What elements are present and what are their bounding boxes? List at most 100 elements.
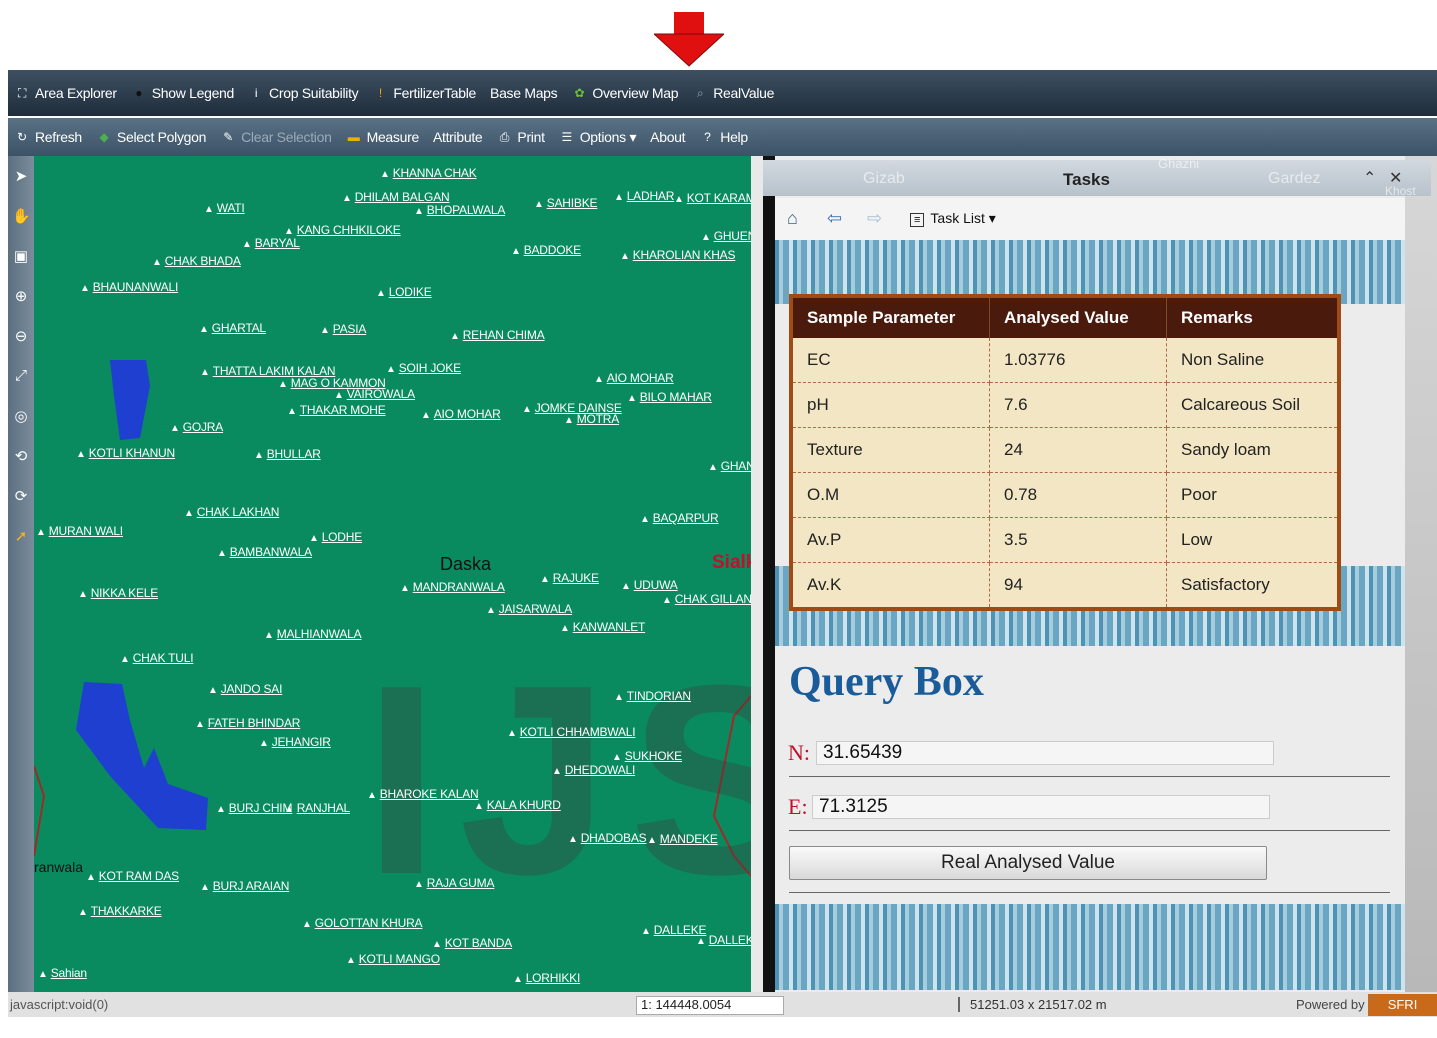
map-place-label[interactable]: BAMBANWALA [217,545,312,559]
map-place-label[interactable]: BURJ CHIM [216,801,293,815]
map-place-label[interactable]: CHAK LAKHAN [184,505,280,519]
zoom-box-icon[interactable]: ▣ [12,247,30,276]
map-place-label[interactable]: SUKHOKE [612,749,682,763]
map-place-label[interactable]: FATEH BHINDAR [195,716,301,730]
real-analysed-value-button[interactable]: Real Analysed Value [789,846,1267,880]
zoom-out-icon[interactable]: ⊖ [12,327,30,356]
pan-icon[interactable]: ✋ [12,207,31,236]
pointer-icon[interactable]: ➤ [12,167,30,196]
map-place-label[interactable]: GHUEN [701,229,751,243]
home-icon[interactable]: ⌂ [787,208,798,229]
toolbar2-item-help[interactable]: ? Help [699,129,748,145]
toolbar2-item-options[interactable]: ☰ Options ▾ [559,129,636,146]
toolbar2-item-select-polygon[interactable]: ◆ Select Polygon [96,129,206,145]
map-place-label[interactable]: MANDRANWALA [400,580,505,594]
forward-arrow-icon[interactable]: ⇨ [867,208,882,229]
map-place-label[interactable]: KHAROLIAN KHAS [620,248,736,262]
map-place-label[interactable]: THAKAR MOHE [287,403,386,417]
map-place-label[interactable]: GOJRA [170,420,224,434]
toolbar2-item-refresh[interactable]: ↻ Refresh [14,129,82,145]
map-canvas[interactable]: Daska Sialk ranwala IJSER KHANNA CHAKDHI… [34,156,751,992]
toolbar2-item-about[interactable]: About [650,129,685,145]
map-place-label[interactable]: AIO MOHAR [421,407,501,421]
map-place-label[interactable]: BARYAL [242,236,300,250]
map-place-label[interactable]: KOTLI KHANUN [76,446,175,460]
toolbar1-item-fertilizertable[interactable]: ! FertilizerTable [372,85,476,101]
panel-splitter[interactable] [751,156,763,992]
map-place-label[interactable]: KOT RAM DAS [86,869,179,883]
map-place-label[interactable]: UDUWA [621,578,678,592]
toolbar1-item-area-explorer[interactable]: ⛶ Area Explorer [14,85,117,101]
map-place-label[interactable]: BHULLAR [254,447,321,461]
map-place-label[interactable]: JEHANGIR [259,735,331,749]
map-place-label[interactable]: KALA KHURD [474,798,561,812]
map-place-label[interactable]: CHAK TULI [120,651,194,665]
map-place-label[interactable]: NIKKA KELE [78,586,159,600]
map-place-label[interactable]: BHOPALWALA [414,203,506,217]
map-place-label[interactable]: MOTRA [564,412,620,426]
back-arrow-icon[interactable]: ⇦ [827,208,842,229]
map-place-label[interactable]: JAISARWALA [486,602,573,616]
toolbar1-item-crop-suitability[interactable]: i Crop Suitability [248,85,359,101]
map-place-label[interactable]: Sahian [38,966,87,980]
toolbar2-item-attribute[interactable]: Attribute [433,129,483,145]
close-icon[interactable]: ✕ [1389,168,1402,188]
collapse-icon[interactable]: ⌃ [1363,168,1376,188]
next-extent-icon[interactable]: ⟳ [12,487,30,516]
map-place-label[interactable]: JANDO SAI [208,682,283,696]
map-place-label[interactable]: PASIA [320,322,367,336]
toolbar2-item-clear-selection[interactable]: ✎ Clear Selection [220,129,332,145]
map-place-label[interactable]: MALHIANWALA [264,627,362,641]
full-extent-icon[interactable]: ⤢ [12,367,30,396]
toolbar1-item-base-maps[interactable]: Base Maps [490,85,558,101]
map-place-label[interactable]: BHAROKE KALAN [367,787,479,801]
northing-input[interactable]: 31.65439 [816,741,1274,765]
map-place-label[interactable]: TINDORIAN [614,689,691,703]
map-place-label[interactable]: VAIROWALA [334,387,415,401]
map-place-label[interactable]: AIO MOHAR [594,371,674,385]
map-place-label[interactable]: RAJUKE [540,571,599,585]
map-place-label[interactable]: KANWANLET [560,620,646,634]
map-place-label[interactable]: THAKKARKE [78,904,162,918]
previous-extent-icon[interactable]: ⟲ [12,447,30,476]
map-place-label[interactable]: KOTLI MANGO [346,952,440,966]
map-place-label[interactable]: SAHIBKE [534,196,598,210]
zoom-layer-icon[interactable]: ◎ [12,407,30,436]
identify-icon[interactable]: ➚ [12,527,30,556]
toolbar1-item-realvalue[interactable]: ⌕ RealValue [692,85,774,101]
map-place-label[interactable]: DHEDOWALI [552,763,636,777]
map-place-label[interactable]: BADDOKE [511,243,581,257]
map-place-label[interactable]: BHAUNANWALI [80,280,179,294]
map-place-label[interactable]: KHANNA CHAK [380,166,477,180]
map-place-label[interactable]: BAQARPUR [640,511,719,525]
map-place-label[interactable]: GHAN [708,459,751,473]
map-place-label[interactable]: BILO MAHAR [627,390,712,404]
map-place-label[interactable]: SOIH JOKE [386,361,461,375]
map-place-label[interactable]: LORHIKKI [513,971,581,985]
toolbar1-item-show-legend[interactable]: ● Show Legend [131,85,234,101]
map-place-label[interactable]: KOT BANDA [432,936,513,950]
toolbar1-item-overview-map[interactable]: ✿ Overview Map [571,85,678,101]
map-place-label[interactable]: KOTLI CHHAMBWALI [507,725,636,739]
map-place-label[interactable]: RANJHAL [284,801,350,815]
map-place-label[interactable]: LODIKE [376,285,432,299]
map-place-label[interactable]: CHAK GILLAN SH [662,592,751,606]
map-place-label[interactable]: REHAN CHIMA [450,328,545,342]
task-list-dropdown[interactable]: ≡ Task List ▾ [910,210,996,227]
map-place-label[interactable]: RAJA GUMA [414,876,495,890]
map-place-label[interactable]: KANG CHHKILOKE [284,223,401,237]
map-place-label[interactable]: MANDEKE [647,832,718,846]
map-place-label[interactable]: DHADOBAS [568,831,647,845]
map-place-label[interactable]: CHAK BHADA [152,254,241,268]
zoom-in-icon[interactable]: ⊕ [12,287,30,316]
map-place-label[interactable]: BURJ ARAIAN [200,879,290,893]
map-place-label[interactable]: GOLOTTAN KHURA [302,916,423,930]
toolbar2-item-print[interactable]: ⎙ Print [496,129,545,145]
map-place-label[interactable]: LADHAR [614,189,675,203]
map-place-label[interactable]: GHARTAL [199,321,266,335]
map-place-label[interactable]: DALLEKI [696,933,751,947]
toolbar2-item-measure[interactable]: ▬ Measure [346,129,420,145]
map-place-label[interactable]: MURAN WALI [36,524,123,538]
map-place-label[interactable]: WATI [204,201,245,215]
map-place-label[interactable]: DHILAM BALGAN [342,190,450,204]
